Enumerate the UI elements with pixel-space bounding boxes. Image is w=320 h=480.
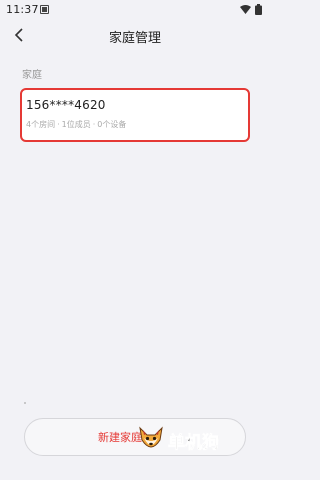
section-label: 家庭 bbox=[22, 70, 42, 81]
watermark-text: 单机狗 bbox=[168, 432, 220, 453]
battery-icon bbox=[255, 4, 262, 15]
status-icons bbox=[240, 4, 262, 15]
decorative-dot bbox=[24, 402, 26, 404]
family-card[interactable]: 156****4620 4个房间 · 1位成员 · 0个设备 bbox=[20, 88, 250, 142]
family-meta: 4个房间 · 1位成员 · 0个设备 bbox=[26, 119, 126, 130]
meta-separator: · bbox=[57, 120, 60, 129]
watermark: 单机狗 bbox=[136, 424, 219, 456]
family-devices: 0个设备 bbox=[97, 120, 127, 129]
watermark-dog-logo-icon bbox=[139, 426, 163, 448]
page-title: 家庭管理 bbox=[108, 31, 161, 46]
wifi-icon bbox=[240, 5, 251, 14]
family-rooms: 4个房间 bbox=[26, 120, 56, 129]
app-header: 家庭管理 bbox=[0, 20, 270, 52]
family-members: 1位成员 bbox=[61, 120, 91, 129]
notification-icon bbox=[40, 5, 49, 14]
meta-separator: · bbox=[92, 120, 96, 129]
family-name: 156****4620 bbox=[26, 98, 106, 112]
status-bar: 11:37 bbox=[0, 0, 270, 20]
status-time: 11:37 bbox=[6, 3, 39, 16]
